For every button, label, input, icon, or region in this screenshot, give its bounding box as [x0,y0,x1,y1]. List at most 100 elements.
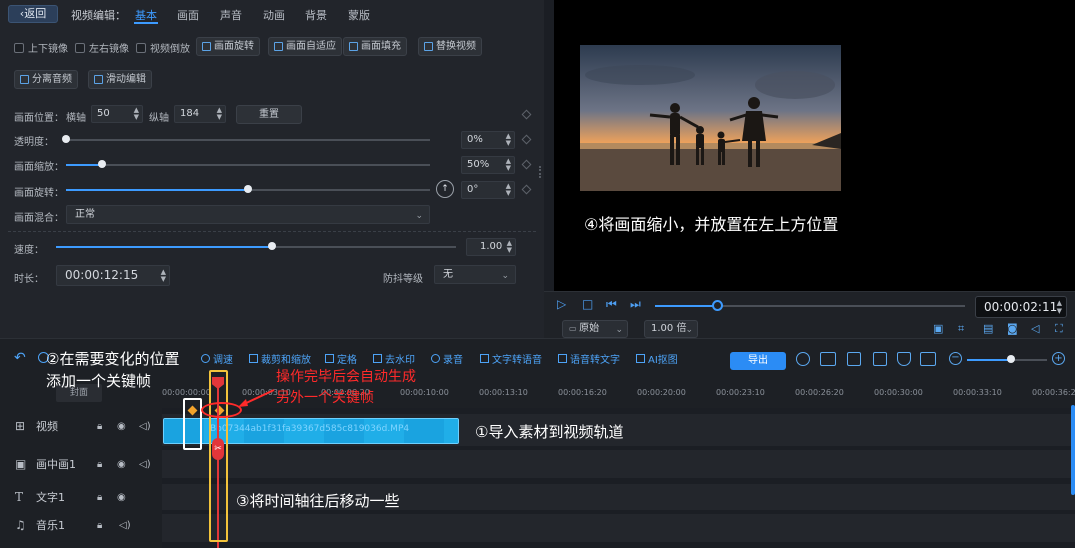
step2-annotation-line1: ②在需要变化的位置 [46,350,180,368]
track-header-pip[interactable]: ▣ 画中画1 🔒︎ ◉ ◁) [0,449,162,479]
eye-icon[interactable]: ◉ [117,459,126,470]
checkbox-reverse[interactable]: 视频倒放 [136,40,190,55]
layout-icon[interactable]: ▣ [933,322,943,335]
playback-progress-knob[interactable] [712,300,723,311]
tool-tts[interactable]: 文字转语音 [480,351,542,366]
scale-slider-knob[interactable] [98,160,106,168]
lock-icon[interactable]: 🔒︎ [97,421,102,432]
eye-icon[interactable]: ◉ [117,492,126,503]
tab-basic[interactable]: 基本 [135,7,157,23]
spinner-arrows-icon[interactable]: ▲ ▼ [1057,299,1062,315]
snapshot-icon[interactable]: ◙ [1007,322,1018,335]
fit-timeline-icon[interactable] [920,352,936,366]
lock-icon[interactable]: 🔒︎ [97,520,102,531]
tab-sound[interactable]: 声音 [220,7,242,23]
music-lane[interactable] [162,514,1075,542]
current-time-display[interactable]: 00:00:02:11 ▲ ▼ [975,296,1067,318]
color-palette-icon[interactable] [796,352,810,366]
tool-ai-cutout[interactable]: AI抠图 [636,351,678,366]
aspect-ratio-select[interactable]: ▭ 原始 ⌄ [562,320,628,338]
delete-icon[interactable] [873,352,887,366]
volume-icon[interactable]: ◁ [1031,322,1039,335]
prev-frame-icon[interactable]: ⏮ [606,297,617,312]
spinner-arrows-icon[interactable]: ▲ ▼ [506,133,511,147]
track-header-music[interactable]: ♫ 音乐1 🔒︎ ◁) [0,510,162,540]
speaker-icon[interactable]: ◁) [139,421,151,432]
speaker-icon[interactable]: ◁) [139,459,151,470]
spinner-arrows-icon[interactable]: ▲ ▼ [217,107,222,121]
tool-speed[interactable]: 调速 [201,351,233,366]
replace-icon [424,42,433,51]
export-button[interactable]: 导出 [730,352,786,370]
checkbox-box[interactable] [136,42,146,53]
subtitle-icon[interactable]: ▤ [983,322,993,335]
columns-icon[interactable] [847,352,861,366]
play-icon[interactable]: ▷ [557,297,566,311]
video-clip[interactable]: Bb07344ab1f31fa39367d585c819036d.MP4 [163,418,459,444]
stabilize-select[interactable]: 无 ⌄ [434,265,516,284]
undo-icon[interactable]: ↶ [14,350,26,366]
stop-icon[interactable]: □ [582,297,593,311]
checkbox-flip-horizontal[interactable]: 左右镜像 [75,40,129,55]
duration-input[interactable]: 00:00:12:15 ▲ ▼ [56,265,170,286]
spinner-arrows-icon[interactable]: ▲ ▼ [507,240,512,254]
fullscreen-icon[interactable]: ⛶ [1055,322,1063,336]
shield-icon[interactable] [897,352,911,366]
split-screen-icon[interactable] [820,352,836,366]
slide-edit-button[interactable]: 滑动编辑 [88,70,152,89]
opacity-input[interactable]: 0% ▲ ▼ [461,131,515,149]
eye-icon[interactable]: ◉ [117,421,126,432]
rotation-dial-icon[interactable]: ↑ [436,180,454,198]
checkbox-flip-vertical[interactable]: 上下镜像 [14,40,68,55]
tool-watermark[interactable]: 去水印 [373,351,415,366]
rotate-input[interactable]: 0° ▲ ▼ [461,181,515,199]
speed-input[interactable]: 1.00 ▲ ▼ [466,238,516,256]
scale-slider[interactable] [66,164,430,166]
tool-record[interactable]: 录音 [431,351,463,366]
opacity-slider[interactable] [66,139,430,141]
rotate-button[interactable]: 画面旋转 [196,37,260,56]
scale-input[interactable]: 50% ▲ ▼ [461,156,515,174]
tool-crop-zoom[interactable]: 裁剪和缩放 [249,351,311,366]
fit-button[interactable]: 画面自适应 [268,37,342,56]
opacity-slider-knob[interactable] [62,135,70,143]
checkbox-box[interactable] [75,42,85,53]
spinner-arrows-icon[interactable]: ▲ ▼ [161,269,166,283]
zoom-in-icon[interactable]: + [1052,352,1065,365]
track-header-text[interactable]: T 文字1 🔒︎ ◉ [0,482,162,512]
blend-select[interactable]: 正常 ⌄ [66,205,430,224]
x-axis-input[interactable]: 50 ▲ ▼ [91,105,143,123]
back-button[interactable]: ‹返回 [8,5,58,23]
tab-mask[interactable]: 蒙版 [348,7,370,23]
lock-icon[interactable]: 🔒︎ [97,459,102,470]
spinner-arrows-icon[interactable]: ▲ ▼ [506,158,511,172]
rotate-slider-knob[interactable] [244,185,252,193]
next-frame-icon[interactable]: ⏭ [630,297,641,312]
tool-freeze[interactable]: 定格 [325,351,357,366]
pip-lane[interactable] [162,450,1075,478]
track-header-video[interactable]: ⊞ 视频 🔒︎ ◉ ◁) [0,411,162,441]
replace-video-button[interactable]: 替换视频 [418,37,482,56]
timeline-zoom-knob[interactable] [1007,355,1015,363]
tool-stt[interactable]: 语音转文字 [558,351,620,366]
crop-icon[interactable]: ⌗ [958,322,964,336]
speaker-icon[interactable]: ◁) [119,520,131,531]
zoom-out-icon[interactable]: − [949,352,962,365]
detach-audio-button[interactable]: 分离音频 [14,70,78,89]
tab-animation[interactable]: 动画 [263,7,285,23]
lock-icon[interactable]: 🔒︎ [97,492,102,503]
timeline-scrollbar[interactable] [1071,405,1075,495]
x-axis-label: 横轴 [66,113,86,124]
tab-background[interactable]: 背景 [305,7,327,23]
reset-button[interactable]: 重置 [236,105,302,124]
playback-speed-select[interactable]: 1.00 倍 ⌄ [644,320,698,338]
speed-slider-knob[interactable] [268,242,276,250]
tab-picture[interactable]: 画面 [177,7,199,23]
spinner-arrows-icon[interactable]: ▲ ▼ [506,183,511,197]
fill-button[interactable]: 画面填充 [343,37,407,56]
y-axis-input[interactable]: 184 ▲ ▼ [174,105,226,123]
panel-resize-handle[interactable] [539,166,542,178]
spinner-arrows-icon[interactable]: ▲ ▼ [134,107,139,121]
speed-icon [201,354,210,363]
checkbox-box[interactable] [14,42,24,53]
